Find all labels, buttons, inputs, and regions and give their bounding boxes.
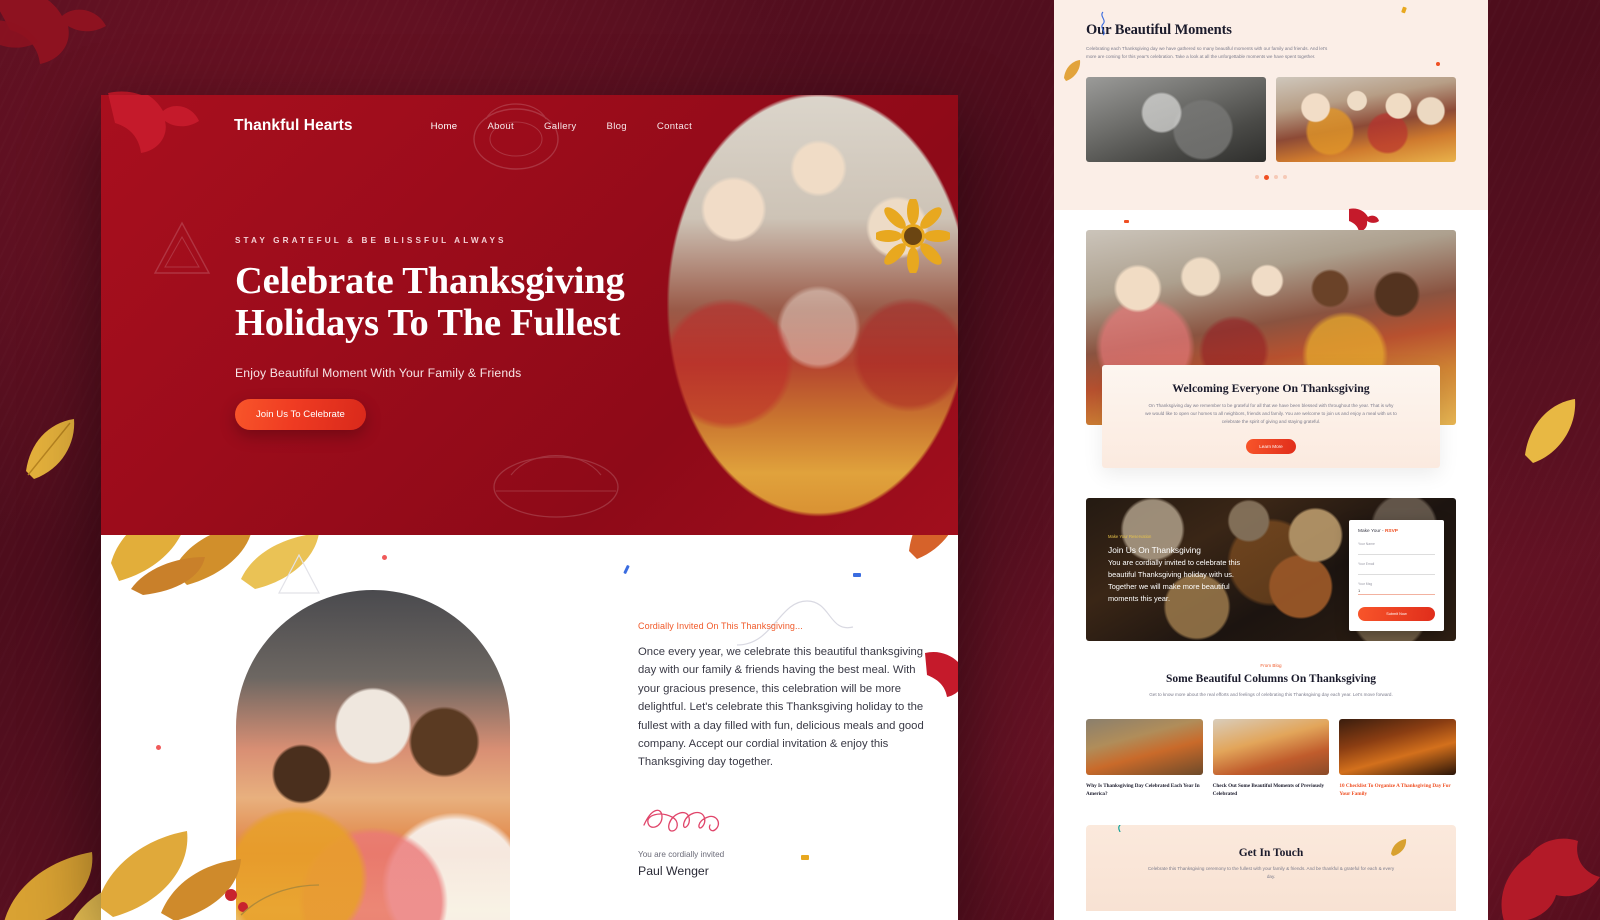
rsvp-field-email[interactable]: Your Email	[1358, 562, 1435, 576]
hero-title-line-1: Celebrate Thanksgiving	[235, 260, 625, 302]
carousel-dot-3[interactable]	[1274, 175, 1278, 180]
invitation-section: Cordially Invited On This Thanksgiving..…	[101, 535, 958, 920]
autumn-leaf-decoration	[1064, 60, 1081, 81]
rsvp-form[interactable]: Make Your - RSVP Your Name Your Email Yo…	[1349, 520, 1444, 632]
rsvp-copy: Make Your Reservation Join Us On Thanksg…	[1108, 534, 1258, 604]
nav-item-contact[interactable]: Contact	[657, 121, 692, 132]
signature-name: Paul Wenger	[638, 863, 709, 878]
confetti-dot	[1401, 6, 1407, 14]
blog-heading: Some Beautiful Columns On Thanksgiving	[1165, 673, 1377, 686]
blog-thumbnail-2	[1212, 719, 1330, 776]
signature-icon	[643, 809, 720, 832]
join-us-to-celebrate-button[interactable]: Join Us To Celebrate	[235, 398, 366, 430]
rsvp-field-name-underline	[1358, 554, 1435, 556]
rsvp-form-title: Make Your - RSVP	[1358, 529, 1435, 534]
roast-outline-decoration	[493, 455, 619, 518]
blog-title-2[interactable]: Check Out Some Beautiful Moments of Prev…	[1213, 783, 1330, 799]
rsvp-field-message[interactable]: Your Msg 1	[1358, 582, 1435, 596]
carousel-dot-4[interactable]	[1283, 175, 1287, 180]
rsvp-section: Make Your Reservation Join Us On Thanksg…	[1054, 492, 1488, 642]
confetti-dot	[623, 564, 630, 575]
rsvp-form-title-prefix: Make Your -	[1358, 529, 1385, 535]
confetti-dot	[156, 745, 161, 750]
invitation-body: Once every year, we celebrate this beaut…	[638, 646, 924, 769]
welcome-card: Welcoming Everyone On Thanksgiving On Th…	[1102, 365, 1440, 469]
contact-heading: Get In Touch	[1238, 846, 1304, 859]
autumn-leaf-decoration	[909, 535, 949, 559]
rsvp-heading: Join Us On Thanksgiving	[1108, 545, 1201, 556]
hero-eyebrow: STAY GRATEFUL & BE BLISSFUL ALWAYS	[235, 236, 507, 245]
contact-paragraph: Celebrate this Thanksgiving ceremony to …	[1147, 865, 1395, 879]
signature-block: You are cordially invited Paul Wenger	[638, 803, 938, 878]
moments-section: Our Beautiful Moments Celebrating each T…	[1054, 0, 1488, 211]
invitation-text: Cordially Invited On This Thanksgiving..…	[638, 621, 938, 878]
gallery-image-vintage-turkey[interactable]	[1086, 77, 1266, 163]
invitation-photo	[236, 590, 510, 920]
moments-heading: Our Beautiful Moments	[1086, 22, 1232, 38]
invitation-kicker: Cordially Invited On This Thanksgiving..…	[638, 621, 803, 631]
rsvp-field-message-underline	[1358, 594, 1435, 596]
moments-gallery	[1086, 77, 1456, 163]
nav-item-home[interactable]: Home	[431, 121, 458, 132]
nav-links: Home About Gallery Blog Contact	[431, 121, 692, 132]
confetti-dot	[853, 573, 861, 577]
nav-item-blog[interactable]: Blog	[607, 121, 627, 132]
hero-title: Celebrate Thanksgiving Holidays To The F…	[235, 260, 655, 345]
nav-item-about[interactable]: About	[487, 121, 514, 132]
hero-title-line-2: Holidays To The Fullest	[235, 301, 621, 344]
blog-title-1[interactable]: Why Is Thanksgiving Day Celebrated Each …	[1086, 783, 1203, 799]
rsvp-kicker: Make Your Reservation	[1108, 534, 1152, 540]
site-navbar: Thankful Hearts Home About Gallery Blog …	[101, 95, 958, 135]
gallery-image-family-dinner[interactable]	[1276, 77, 1456, 163]
learn-more-button[interactable]: Learn More	[1246, 439, 1296, 455]
backdrop-right-strip	[1488, 0, 1600, 920]
welcome-heading: Welcoming Everyone On Thanksgiving	[1172, 381, 1370, 396]
contact-section: Get In Touch Celebrate this Thanksgiving…	[1086, 824, 1456, 911]
website-desktop-mockup: Thankful Hearts Home About Gallery Blog …	[101, 95, 958, 920]
moments-paragraph: Celebrating each Thanksgiving day we hav…	[1086, 46, 1328, 60]
rsvp-field-email-underline	[1358, 574, 1435, 576]
rsvp-form-title-accent: RSVP	[1384, 529, 1399, 535]
signature-caption: You are cordially invited	[638, 849, 725, 859]
brand-logo[interactable]: Thankful Hearts	[234, 117, 353, 135]
squiggle-decoration	[1118, 824, 1121, 832]
confetti-dot	[1124, 220, 1129, 224]
confetti-dot	[1436, 62, 1440, 66]
rsvp-field-email-label: Your Email	[1358, 562, 1375, 567]
pie-outline-decoration	[153, 221, 211, 274]
carousel-dot-2[interactable]	[1264, 175, 1269, 181]
submit-now-button[interactable]: Submit Now	[1358, 607, 1435, 622]
blog-section: From Blog Some Beautiful Columns On Than…	[1054, 641, 1488, 817]
blog-card-3[interactable]: 10 Checklist To Organize A Thanksgiving …	[1339, 719, 1457, 799]
blog-title-3[interactable]: 10 Checklist To Organize A Thanksgiving …	[1339, 783, 1456, 799]
rsvp-field-name-label: Your Name	[1358, 542, 1375, 547]
rsvp-card: Make Your Reservation Join Us On Thanksg…	[1086, 498, 1456, 642]
carousel-dot-1[interactable]	[1255, 175, 1259, 180]
blog-card-2[interactable]: Check Out Some Beautiful Moments of Prev…	[1212, 719, 1330, 799]
welcome-paragraph: On Thanksgiving day we remember to be gr…	[1145, 403, 1397, 425]
blog-paragraph: Get to know more about the real efforts …	[1149, 692, 1393, 698]
gallery-carousel-dots	[1086, 175, 1456, 181]
nav-item-gallery[interactable]: Gallery	[544, 121, 577, 132]
hero-subtitle: Enjoy Beautiful Moment With Your Family …	[235, 365, 522, 380]
blog-kicker: From Blog	[1260, 663, 1282, 669]
hero-section: Thankful Hearts Home About Gallery Blog …	[101, 95, 958, 535]
confetti-dot	[382, 555, 387, 560]
rsvp-field-message-label: Your Msg	[1358, 582, 1373, 587]
desktop-preview-frame: Thankful Hearts Home About Gallery Blog …	[0, 0, 1054, 920]
rsvp-body: You are cordially invited to celebrate t…	[1108, 558, 1241, 603]
rsvp-field-name[interactable]: Your Name	[1358, 542, 1435, 556]
sunflower-decoration	[876, 199, 950, 273]
hero-family-photo	[667, 95, 958, 535]
blog-thumbnail-3	[1339, 719, 1457, 776]
hero-copy: STAY GRATEFUL & BE BLISSFUL ALWAYS Celeb…	[235, 236, 655, 430]
blog-grid: Why Is Thanksgiving Day Celebrated Each …	[1086, 719, 1457, 799]
blog-thumbnail-1	[1086, 719, 1203, 776]
blog-card-1[interactable]: Why Is Thanksgiving Day Celebrated Each …	[1086, 719, 1203, 799]
secondary-preview-frame: Our Beautiful Moments Celebrating each T…	[1054, 0, 1488, 920]
welcome-section: Welcoming Everyone On Thanksgiving On Th…	[1054, 208, 1488, 493]
